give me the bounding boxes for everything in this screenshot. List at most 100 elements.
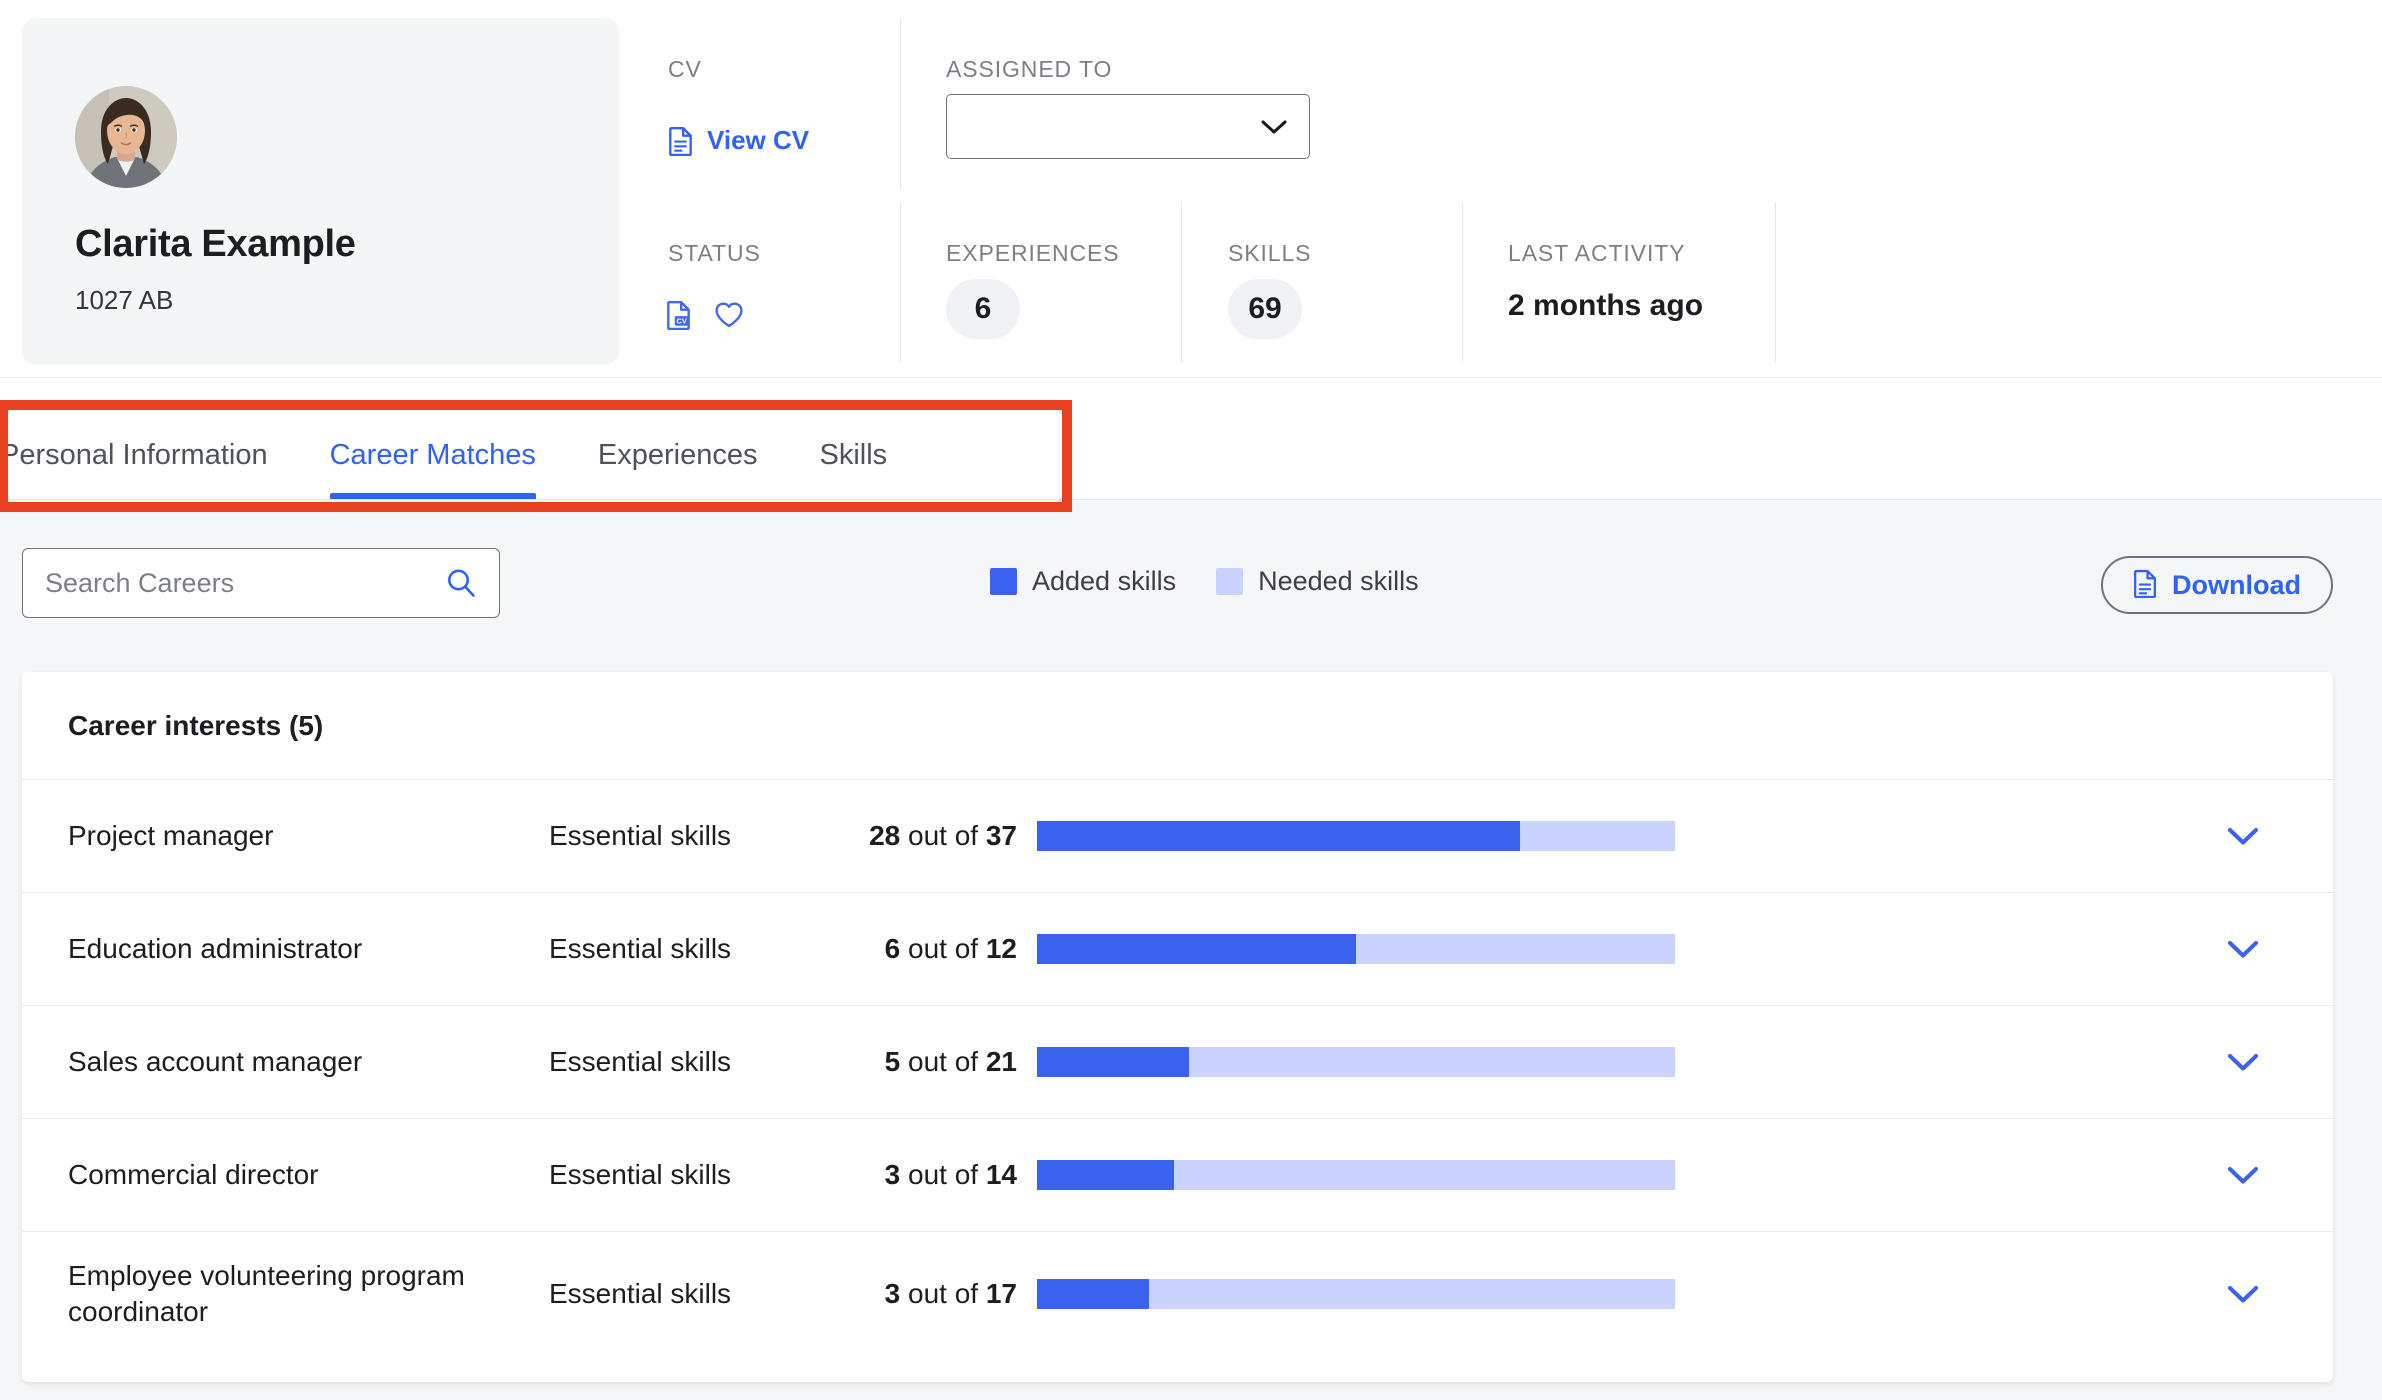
last-activity-value: 2 months ago [1508,289,1704,322]
chevron-down-icon[interactable] [2227,1166,2259,1185]
table-row[interactable]: Sales account manager Essential skills 5… [22,1006,2333,1119]
tab-personal-information[interactable]: Personal Information [0,439,268,500]
table-row[interactable]: Employee volunteering program coordinato… [22,1232,2333,1356]
divider-skills-lastactivity [1462,202,1463,362]
legend-swatch-needed [1216,568,1244,595]
legend-swatch-added [990,568,1017,595]
legend-label-added: Added skills [1032,566,1177,596]
skills-label: SKILLS [1228,240,1312,266]
career-skill-type: Essential skills [549,1159,732,1190]
career-skill-type: Essential skills [549,933,732,964]
out-of-label: out of [908,1046,979,1077]
view-cv-label: View CV [707,125,810,155]
career-skill-count: 3 out of 14 [782,1159,1017,1191]
career-skill-type: Essential skills [549,820,732,851]
career-title: Education administrator [68,933,363,965]
assigned-to-label: ASSIGNED TO [946,56,1113,82]
career-total-count: 21 [985,1046,1017,1077]
career-title: Sales account manager [68,1046,363,1078]
career-added-count: 5 [884,1046,901,1077]
page-root: Clarita Example 1027 AB CV View CV ASSIG… [0,0,2382,1400]
career-skill-count: 5 out of 21 [782,1046,1017,1078]
legend-item-added-skills: Added skills [990,566,1176,597]
tabs-bar: Personal Information Career Matches Expe… [0,378,2382,501]
legend-label-needed: Needed skills [1258,566,1419,596]
chevron-down-icon[interactable] [2227,940,2259,959]
search-input[interactable] [23,567,403,599]
table-row[interactable]: Commercial director Essential skills 3 o… [22,1119,2333,1232]
career-added-count: 28 [869,820,901,851]
out-of-label: out of [908,1278,979,1309]
experiences-label: EXPERIENCES [946,240,1120,266]
skills-progress-bar [1037,1279,1675,1309]
tab-label: Experiences [597,439,758,471]
table-row[interactable]: Education administrator Essential skills… [22,893,2333,1006]
avatar [75,86,177,188]
tabs-list: Personal Information Career Matches Expe… [0,378,949,500]
out-of-label: out of [908,933,979,964]
tab-experiences[interactable]: Experiences [598,439,758,500]
cv-label: CV [668,56,702,82]
profile-card: Clarita Example 1027 AB [22,18,619,365]
cv-document-icon[interactable]: CV [666,300,692,335]
assigned-to-select[interactable] [946,94,1310,159]
experiences-value: 6 [946,279,1020,339]
search-icon[interactable] [445,567,477,599]
profile-subtitle: 1027 AB [75,285,174,315]
download-button[interactable]: Download [2101,556,2333,614]
career-title: Project manager [68,820,274,852]
career-title: Employee volunteering program coordinato… [68,1260,465,1327]
divider-status-experiences [900,202,901,362]
career-matches-panel: Added skills Needed skills Download [0,500,2382,1400]
out-of-label: out of [908,820,979,851]
tab-label: Career Matches [329,439,536,471]
career-total-count: 37 [985,820,1017,851]
divider-cv-assigned [900,18,901,190]
career-skill-count: 28 out of 37 [782,820,1017,852]
status-icons: CV [666,300,744,335]
divider-lastactivity-end [1775,202,1776,362]
tab-career-matches[interactable]: Career Matches [329,439,537,500]
career-title: Commercial director [68,1159,319,1191]
profile-header: Clarita Example 1027 AB CV View CV ASSIG… [0,0,2382,378]
skills-progress-fill [1037,1047,1189,1077]
document-download-icon [2133,569,2158,601]
career-total-count: 14 [985,1159,1017,1190]
career-toolbar: Added skills Needed skills Download [0,500,2382,672]
chevron-down-icon [1261,119,1287,134]
career-skill-type: Essential skills [549,1046,732,1077]
chevron-down-icon[interactable] [2227,827,2259,846]
last-activity-label: LAST ACTIVITY [1508,240,1686,266]
skills-progress-bar [1037,1160,1675,1190]
skills-progress-bar [1037,821,1675,851]
skills-progress-fill [1037,821,1520,851]
career-interests-header: Career interests (5) [22,672,2333,780]
career-total-count: 17 [985,1278,1017,1309]
tab-skills[interactable]: Skills [820,439,888,500]
career-skill-count: 3 out of 17 [782,1278,1017,1310]
chart-legend: Added skills Needed skills [990,566,1419,597]
career-interests-card: Career interests (5) Project manager Ess… [22,672,2333,1382]
out-of-label: out of [908,1159,979,1190]
skills-progress-fill [1037,1160,1174,1190]
skills-progress-bar [1037,1047,1675,1077]
skills-progress-fill [1037,934,1356,964]
skills-progress-fill [1037,1279,1150,1309]
skills-progress-bar [1037,934,1675,964]
search-careers-box[interactable] [22,548,500,618]
career-added-count: 3 [884,1159,901,1190]
table-row[interactable]: Project manager Essential skills 28 out … [22,780,2333,893]
career-added-count: 3 [884,1278,901,1309]
heart-icon[interactable] [714,301,744,334]
career-added-count: 6 [884,933,901,964]
tab-label: Skills [819,439,888,471]
status-label: STATUS [668,240,761,266]
chevron-down-icon[interactable] [2227,1285,2259,1304]
chevron-down-icon[interactable] [2227,1053,2259,1072]
career-skill-count: 6 out of 12 [782,933,1017,965]
svg-text:CV: CV [676,317,686,326]
legend-item-needed-skills: Needed skills [1216,566,1419,597]
career-total-count: 12 [985,933,1017,964]
view-cv-link[interactable]: View CV [668,125,809,156]
career-skill-type: Essential skills [549,1278,732,1309]
